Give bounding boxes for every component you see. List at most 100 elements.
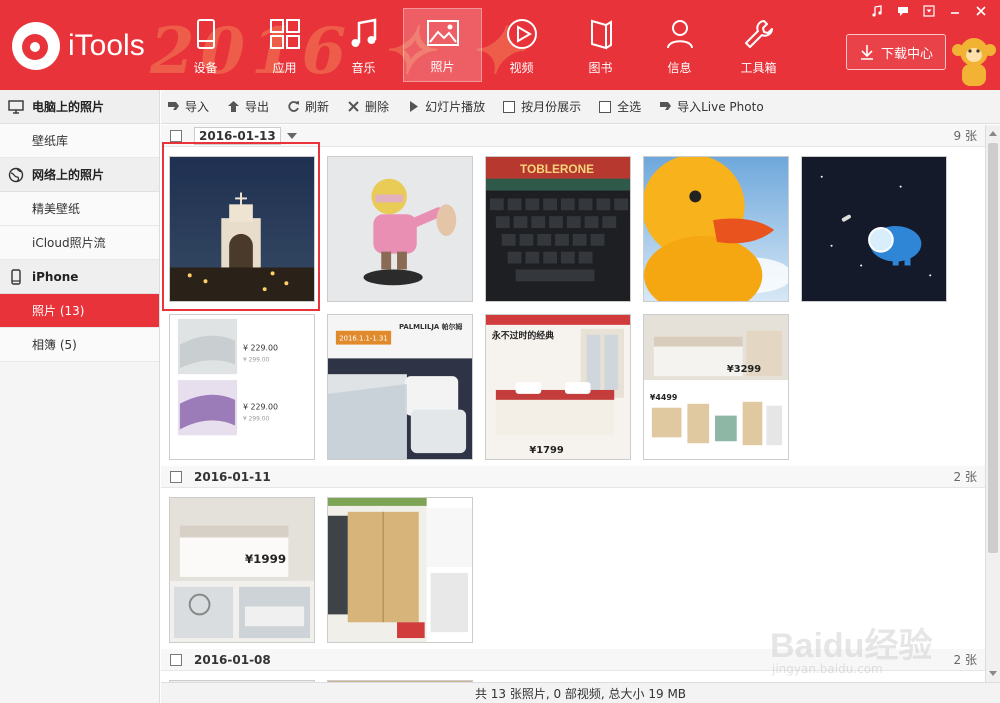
by-month-toggle[interactable]: 按月份展示 bbox=[503, 98, 581, 115]
scroll-up-arrow-icon[interactable] bbox=[989, 131, 997, 136]
sidebar-item-wallpapers[interactable]: 精美壁纸 bbox=[0, 192, 159, 226]
play-circle-icon bbox=[506, 19, 537, 49]
delete-label: 删除 bbox=[365, 100, 390, 114]
by-month-checkbox[interactable] bbox=[503, 100, 516, 113]
import-live-photo-button[interactable]: 导入Live Photo bbox=[659, 98, 764, 115]
download-center-button[interactable]: 下载中心 bbox=[846, 34, 946, 70]
photo-space-dog bbox=[802, 157, 946, 301]
globe-icon bbox=[8, 167, 24, 182]
watermark-url: jingyan.baidu.com bbox=[772, 662, 883, 676]
by-month-label: 按月份展示 bbox=[521, 100, 582, 114]
sidebar-section-label: 电脑上的照片 bbox=[32, 100, 105, 114]
close-icon bbox=[976, 6, 986, 16]
nav-music[interactable]: 音乐 bbox=[324, 8, 403, 82]
photo-thumbnail[interactable]: ¥1999 bbox=[169, 497, 315, 643]
minimize-icon bbox=[951, 12, 959, 14]
delete-button[interactable]: 删除 bbox=[347, 98, 389, 115]
baidu-watermark: Baidu经验 jingyan.baidu.com bbox=[770, 600, 990, 690]
chevron-down-icon[interactable] bbox=[286, 132, 297, 139]
sidebar: 电脑上的照片 壁纸库 网络上的照片 精美壁纸 iCloud照片流 iPhone … bbox=[0, 90, 160, 703]
nav-toolbox[interactable]: 工具箱 bbox=[719, 8, 798, 82]
photo-wardrobe bbox=[328, 498, 472, 642]
photo-thumbnail[interactable]: TOBLERONE bbox=[485, 156, 631, 302]
window-controls bbox=[864, 2, 994, 20]
nav-label: 图书 bbox=[588, 61, 613, 75]
menu-button[interactable] bbox=[916, 2, 942, 20]
group-date: 2016-01-11 bbox=[194, 469, 271, 484]
nav-label: 照片 bbox=[430, 60, 455, 74]
photo-grid-area: 2016-01-13 9 张 TOBLERONE ¥ 229.00 ¥ 299.… bbox=[161, 125, 985, 682]
nav-label: 工具箱 bbox=[740, 61, 777, 75]
skin-button[interactable] bbox=[864, 2, 890, 20]
nav-label: 设备 bbox=[193, 61, 218, 75]
select-all-toggle[interactable]: 全选 bbox=[599, 98, 641, 115]
scroll-down-arrow-icon[interactable] bbox=[989, 671, 997, 676]
app-header: 2016 ✧ ✦ iTools 设备 应用 音乐 照片 视频 图书 信息 工具箱… bbox=[0, 0, 1000, 90]
download-icon bbox=[860, 45, 873, 60]
group-date: 2016-01-08 bbox=[194, 652, 271, 667]
download-label: 下载中心 bbox=[880, 46, 933, 62]
sidebar-item-label: iCloud照片流 bbox=[32, 236, 106, 250]
refresh-button[interactable]: 刷新 bbox=[287, 98, 329, 115]
slideshow-button[interactable]: 幻灯片播放 bbox=[407, 98, 485, 115]
catalog-title: PALMLILJA 帕尔姆 bbox=[399, 322, 462, 331]
price-text: ¥ 299.00 bbox=[243, 417, 270, 423]
group-count: 2 张 bbox=[953, 470, 977, 484]
photo-thumbnail[interactable]: ¥ 229.00 ¥ 299.00 ¥ 229.00 ¥ 299.00 bbox=[169, 314, 315, 460]
price-text: ¥4499 bbox=[650, 393, 677, 402]
toblerone-text: TOBLERONE bbox=[520, 162, 594, 176]
group-select-checkbox[interactable] bbox=[170, 470, 182, 483]
nav-label: 音乐 bbox=[351, 61, 376, 75]
message-button[interactable] bbox=[890, 2, 916, 20]
sidebar-section-iphone[interactable]: iPhone bbox=[0, 260, 159, 294]
photo-thumbnail[interactable] bbox=[327, 156, 473, 302]
sidebar-section-label: 网络上的照片 bbox=[32, 168, 105, 182]
sidebar-item-photos[interactable]: 照片 (13) bbox=[0, 294, 159, 328]
photo-rubber-duck bbox=[644, 157, 788, 301]
price-text: ¥ 299.00 bbox=[243, 357, 270, 363]
export-label: 导出 bbox=[245, 100, 270, 114]
apps-grid-icon bbox=[269, 19, 300, 49]
nav-device[interactable]: 设备 bbox=[166, 8, 245, 82]
group-select-checkbox[interactable] bbox=[170, 129, 182, 142]
group-select-checkbox[interactable] bbox=[170, 653, 182, 666]
sidebar-item-wallpaper-library[interactable]: 壁纸库 bbox=[0, 124, 159, 158]
photo-white-bedroom: ¥1999 bbox=[170, 498, 314, 642]
sidebar-item-albums[interactable]: 相簿 (5) bbox=[0, 328, 159, 362]
photo-figurine bbox=[328, 157, 472, 301]
scrollbar-thumb[interactable] bbox=[988, 143, 998, 553]
sidebar-section-computer[interactable]: 电脑上的照片 bbox=[0, 90, 159, 124]
photo-thumbnail[interactable] bbox=[327, 497, 473, 643]
photo-thumbnail[interactable]: 永不过时的经典 ¥1799 bbox=[485, 314, 631, 460]
sidebar-item-icloud-photostream[interactable]: iCloud照片流 bbox=[0, 226, 159, 260]
export-button[interactable]: 导出 bbox=[227, 98, 269, 115]
sidebar-item-label: 壁纸库 bbox=[32, 134, 69, 148]
selection-highlight bbox=[162, 142, 320, 311]
photo-thumbnail[interactable]: 2016.1.1-1.31 PALMLILJA 帕尔姆 bbox=[327, 314, 473, 460]
vertical-scrollbar[interactable] bbox=[985, 125, 1000, 682]
sidebar-section-label: iPhone bbox=[32, 269, 79, 284]
nav-photos[interactable]: 照片 bbox=[403, 8, 482, 82]
minimize-button[interactable] bbox=[942, 2, 968, 20]
import-button[interactable]: 导入 bbox=[167, 98, 209, 115]
photo-thumbnail[interactable] bbox=[643, 156, 789, 302]
photo-thumbnail[interactable] bbox=[801, 156, 947, 302]
nav-apps[interactable]: 应用 bbox=[245, 8, 324, 82]
nav-info[interactable]: 信息 bbox=[640, 8, 719, 82]
photo-thumbnail[interactable]: ¥3299 ¥4499 bbox=[643, 314, 789, 460]
nav-label: 视频 bbox=[509, 61, 534, 75]
status-text: 共 13 张照片, 0 部视频, 总大小 19 MB bbox=[474, 686, 687, 701]
select-all-checkbox[interactable] bbox=[599, 100, 612, 113]
photo-bedroom-furniture: ¥3299 ¥4499 bbox=[644, 315, 788, 459]
wrench-icon bbox=[744, 20, 773, 48]
refresh-icon bbox=[288, 101, 300, 112]
close-button[interactable] bbox=[968, 2, 994, 20]
select-all-label: 全选 bbox=[617, 100, 642, 114]
price-text: ¥1799 bbox=[529, 445, 563, 456]
price-text: ¥ 229.00 bbox=[243, 403, 278, 412]
sidebar-section-network[interactable]: 网络上的照片 bbox=[0, 158, 159, 192]
nav-books[interactable]: 图书 bbox=[561, 8, 640, 82]
smartphone-icon bbox=[11, 268, 21, 285]
nav-video[interactable]: 视频 bbox=[482, 8, 561, 82]
phone-icon bbox=[196, 19, 215, 49]
